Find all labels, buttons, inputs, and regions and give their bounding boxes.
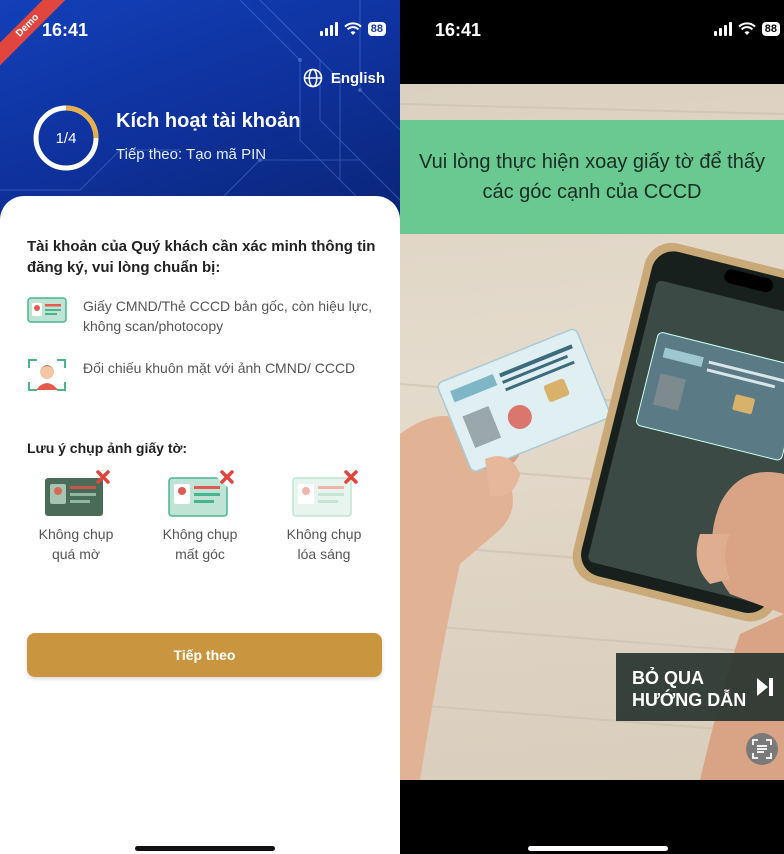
requirement-text: Đối chiếu khuôn mặt với ảnh CMND/ CCCD [83,360,356,376]
scan-text-icon [752,739,772,759]
home-indicator[interactable] [528,846,668,851]
requirement-item: Giấy CMND/Thẻ CCCD bản gốc, còn hiệu lực… [27,296,372,336]
globe-icon [303,68,323,88]
tip-item: Không chụp lóa sáng [262,470,386,564]
page-title: Kích hoạt tài khoản [116,110,301,132]
face-scan-icon [28,359,66,391]
photo-tips: Không chụp quá mờ Không chụp mất góc Khô… [14,470,386,564]
intro-text: Tài khoản của Quý khách cần xác minh thô… [27,238,376,276]
skip-tutorial-button[interactable]: BỎ QUA HƯỚNG DẪN [616,653,784,721]
battery-icon: 88 [761,22,780,36]
id-card-icon [27,297,67,323]
scan-text-button[interactable] [746,733,778,765]
language-switch-button[interactable]: English [303,68,385,88]
photo-notes-title: Lưu ý chụp ảnh giấy tờ: [27,440,188,456]
battery-icon: 88 [367,22,386,36]
tip-label-line1: Không chụp [38,526,114,542]
tip-item: Không chụp mất góc [138,470,262,564]
wifi-icon [738,22,756,35]
next-button[interactable]: Tiếp theo [27,633,382,677]
signal-icon [319,22,338,36]
wifi-icon [344,22,362,35]
skip-label-line1: BỎ QUA [632,668,704,688]
status-time: 16:41 [435,20,482,40]
status-bar: 16:41 88 [400,0,784,56]
tip-label-line1: Không chụp [286,526,362,542]
tip-label-line2: lóa sáng [297,546,351,562]
step-counter: 1/4 [55,129,77,147]
next-step-subtitle: Tiếp theo: Tạo mã PIN [116,146,267,163]
status-time: 16:41 [42,20,89,40]
skip-next-icon [757,678,773,696]
tip-item: Không chụp quá mờ [14,470,138,564]
tip-label-line2: quá mờ [51,546,101,562]
tip-label-line2: mất góc [175,546,225,562]
header-banner: Demo 16:41 88 English 1/4 Kích hoạt tài … [0,0,400,220]
tutorial-video-screen: 16:41 88 Vui lòng thực hiện xoay giấy tờ… [400,0,784,854]
language-label: English [330,69,385,87]
tip-label-line1: Không chụp [162,526,238,542]
signal-icon [713,22,732,36]
status-bar: 16:41 88 [0,0,400,56]
content-sheet: Tài khoản của Quý khách cần xác minh thô… [0,196,400,854]
blurry-card-icon [45,470,110,516]
glare-card-icon [292,470,358,517]
requirement-item: Đối chiếu khuôn mặt với ảnh CMND/ CCCD [27,358,372,392]
home-indicator[interactable] [135,846,275,851]
activation-screen: Demo 16:41 88 English 1/4 Kích hoạt tài … [0,0,400,854]
cropped-card-icon [168,470,235,517]
skip-label-line2: HƯỚNG DẪN [632,690,747,710]
instruction-text: Vui lòng thực hiện xoay giấy tờ để thấy … [419,151,765,203]
requirement-text: Giấy CMND/Thẻ CCCD bản gốc, còn hiệu lực… [83,298,372,334]
instruction-banner: Vui lòng thực hiện xoay giấy tờ để thấy … [400,120,784,234]
